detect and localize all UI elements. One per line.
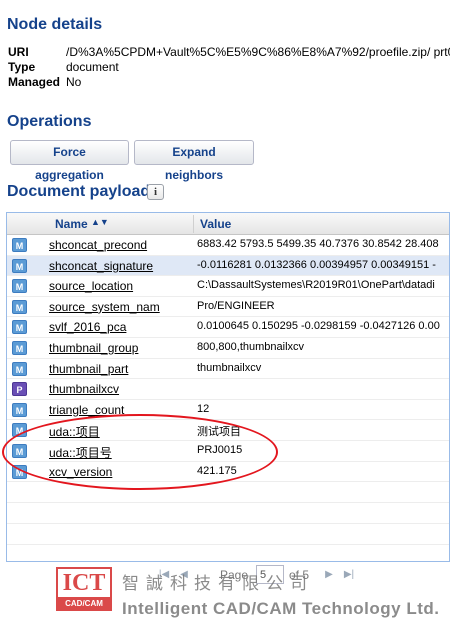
- empty-row: [7, 503, 449, 525]
- logo-text: ICT: [62, 570, 106, 596]
- metadata-type-icon: M: [12, 402, 27, 417]
- row-name-link[interactable]: uda::项目: [49, 423, 191, 440]
- detail-row-managed: Managed No: [8, 75, 450, 90]
- info-icon[interactable]: i: [147, 184, 164, 200]
- column-header-value[interactable]: Value: [200, 217, 231, 231]
- row-name-link[interactable]: svlf_2016_pca: [49, 320, 191, 334]
- row-value: 12: [197, 402, 210, 415]
- row-value: Pro/ENGINEER: [197, 299, 275, 312]
- table-row[interactable]: Muda::项目 测试项目: [7, 420, 449, 441]
- expand-neighbors-button[interactable]: Expand neighbors: [134, 140, 254, 182]
- row-name-link[interactable]: thumbnail_part: [49, 362, 191, 376]
- watermark-english-name: Intelligent CAD/CAM Technology Ltd.: [122, 599, 440, 618]
- grid-body: Mshconcat_precond 6883.42 5793.5 5499.35 …: [7, 235, 449, 546]
- column-divider: [193, 215, 194, 233]
- row-value: PRJ0015: [197, 443, 243, 456]
- metadata-type-icon: M: [12, 320, 27, 335]
- node-details-table: URI/D%3A%5CPDM+Vault%5C%E5%9C%86%E8%A7%9…: [8, 45, 450, 90]
- metadata-type-icon: M: [12, 299, 27, 314]
- table-row[interactable]: Muda::项目号 PRJ0015: [7, 441, 449, 462]
- logo-subtext: CAD/CAM: [58, 597, 110, 611]
- force-aggregation-button[interactable]: Force aggregation: [10, 140, 129, 182]
- table-row[interactable]: Msource_location C:\DassaultSystemes\R201…: [7, 276, 449, 297]
- table-row[interactable]: Mthumbnail_part thumbnailxcv: [7, 359, 449, 380]
- empty-row: [7, 524, 449, 546]
- node-details-title: Node details: [7, 16, 103, 33]
- detail-row-uri: URI/D%3A%5CPDM+Vault%5C%E5%9C%86%E8%A7%9…: [8, 45, 450, 60]
- metadata-type-icon: M: [12, 238, 27, 252]
- table-row[interactable]: Mthumbnail_group 800,800,thumbnailxcv: [7, 338, 449, 359]
- payload-grid: Name ▲▼ Value Mshconcat_precond 6883.42 5…: [6, 212, 450, 562]
- property-type-icon: P: [12, 382, 27, 397]
- row-value: 0.0100645 0.150295 -0.0298159 -0.0427126…: [197, 320, 440, 333]
- row-name-link[interactable]: source_system_nam: [49, 300, 191, 314]
- table-row[interactable]: Msvlf_2016_pca 0.0100645 0.150295 -0.0298…: [7, 317, 449, 338]
- detail-value-type: document: [66, 60, 119, 74]
- row-value: 6883.42 5793.5 5499.35 40.7376 30.8542 2…: [197, 238, 439, 250]
- detail-key: Type: [8, 60, 36, 74]
- detail-key: Managed: [8, 75, 61, 89]
- row-value: 421.175: [197, 464, 237, 477]
- detail-value-uri: /D%3A%5CPDM+Vault%5C%E5%9C%86%E8%A7%92/p…: [66, 45, 450, 59]
- row-value: thumbnailxcv: [197, 361, 262, 374]
- table-row[interactable]: Mshconcat_precond 6883.42 5793.5 5499.35 …: [7, 235, 449, 256]
- detail-value-managed: No: [66, 75, 82, 89]
- row-name-link[interactable]: triangle_count: [49, 403, 191, 417]
- column-header-name[interactable]: Name: [55, 217, 88, 231]
- table-row[interactable]: Pthumbnailxcv: [7, 379, 449, 400]
- detail-key: URI: [8, 45, 29, 59]
- row-name-link[interactable]: shconcat_signature: [49, 259, 191, 273]
- sort-icon[interactable]: ▲▼: [91, 217, 109, 227]
- row-value: 测试项目: [197, 426, 241, 439]
- metadata-type-icon: M: [12, 464, 27, 479]
- table-row[interactable]: Msource_system_nam Pro/ENGINEER: [7, 297, 449, 318]
- metadata-type-icon: M: [12, 361, 27, 376]
- document-payload-title: Document payload: [7, 183, 151, 200]
- row-value: -0.0116281 0.0132366 0.00394957 0.003491…: [197, 258, 436, 271]
- row-name-link[interactable]: shconcat_precond: [49, 238, 191, 252]
- ict-logo: ICT CAD/CAM: [56, 567, 112, 611]
- row-value: C:\DassaultSystemes\R2019R01\OnePart\dat…: [197, 279, 435, 292]
- grid-header: Name ▲▼ Value: [7, 213, 449, 235]
- operations-title: Operations: [7, 113, 92, 130]
- table-row[interactable]: Mtriangle_count 12: [7, 400, 449, 421]
- row-name-link[interactable]: thumbnail_group: [49, 341, 191, 355]
- metadata-type-icon: M: [12, 258, 27, 273]
- table-row[interactable]: Mxcv_version 421.175: [7, 462, 449, 483]
- empty-row: [7, 482, 449, 504]
- table-row[interactable]: Mshconcat_signature -0.0116281 0.0132366 …: [7, 255, 449, 277]
- row-value: 800,800,thumbnailxcv: [197, 340, 305, 353]
- metadata-type-icon: M: [12, 443, 27, 458]
- row-name-link[interactable]: xcv_version: [49, 465, 191, 479]
- metadata-type-icon: M: [12, 340, 27, 355]
- metadata-type-icon: M: [12, 279, 27, 294]
- watermark-chinese-name: 智誠科技有限公司: [122, 574, 314, 594]
- detail-row-type: Type document: [8, 60, 450, 75]
- row-name-link[interactable]: thumbnailxcv: [49, 382, 191, 396]
- metadata-type-icon: M: [12, 423, 27, 438]
- row-name-link[interactable]: uda::项目号: [49, 444, 191, 461]
- row-name-link[interactable]: source_location: [49, 279, 191, 293]
- company-watermark: ICT CAD/CAM 智誠科技有限公司 Intelligent CAD/CAM…: [56, 565, 448, 627]
